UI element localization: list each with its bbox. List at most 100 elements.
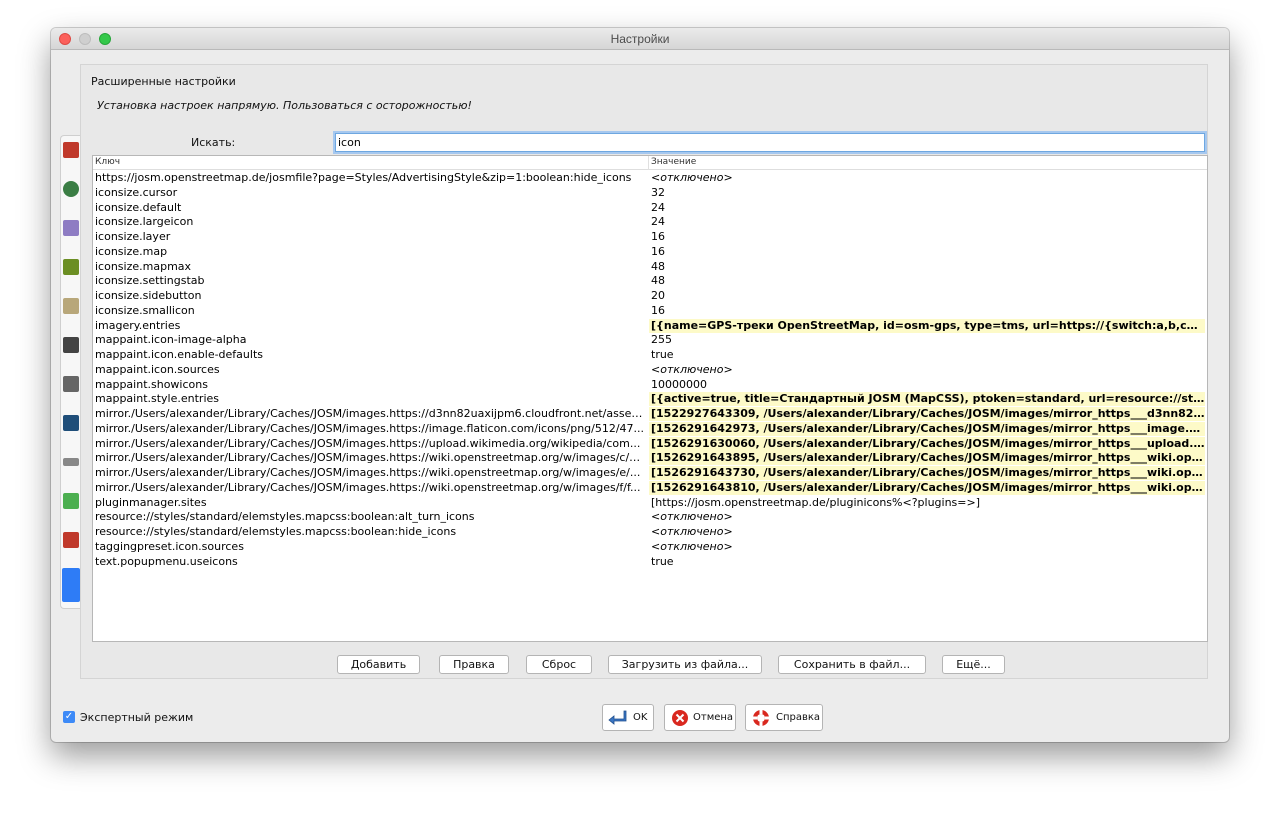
table-row[interactable]: mappaint.showicons 10000000	[93, 377, 1207, 392]
tools-icon[interactable]	[63, 532, 79, 548]
table-row[interactable]: iconsize.default 24	[93, 200, 1207, 215]
row-value[interactable]: 16	[649, 245, 1205, 259]
table-row[interactable]: mirror./Users/alexander/Library/Caches/J…	[93, 421, 1207, 436]
row-value[interactable]: [1526291642973, /Users/alexander/Library…	[649, 421, 1205, 436]
display-settings-icon[interactable]	[63, 142, 79, 158]
row-key[interactable]: mirror./Users/alexander/Library/Caches/J…	[95, 466, 645, 479]
row-key[interactable]: imagery.entries	[95, 319, 645, 332]
table-row[interactable]: iconsize.mapmax 48	[93, 259, 1207, 274]
row-value[interactable]: [1526291643730, /Users/alexander/Library…	[649, 466, 1205, 480]
table-row[interactable]: imagery.entries [{name=GPS-треки OpenStre…	[93, 318, 1207, 333]
preset-icon[interactable]	[63, 298, 79, 314]
row-key[interactable]: resource://styles/standard/elemstyles.ma…	[95, 510, 645, 523]
table-row[interactable]: mappaint.icon.enable-defaults true	[93, 347, 1207, 362]
row-value[interactable]: [{active=true, title=Стандартный JOSM (M…	[649, 392, 1205, 407]
table-row[interactable]: mappaint.icon-image-alpha 255	[93, 332, 1207, 347]
cancel-button[interactable]: Отмена	[664, 704, 736, 731]
globe-icon[interactable]	[63, 181, 79, 197]
row-value[interactable]: <отключено>	[649, 540, 1205, 554]
value-column-header[interactable]: Значение	[651, 157, 696, 167]
table-row[interactable]: mappaint.style.entries [{active=true, tit…	[93, 391, 1207, 407]
row-key[interactable]: pluginmanager.sites	[95, 496, 645, 509]
load-from-file-button[interactable]: Загрузить из файла...	[608, 655, 762, 674]
row-value[interactable]: <отключено>	[649, 171, 1205, 185]
remote-control-icon[interactable]	[63, 337, 79, 353]
row-value[interactable]: true	[649, 348, 1205, 362]
row-key[interactable]: resource://styles/standard/elemstyles.ma…	[95, 525, 645, 538]
row-key[interactable]: iconsize.settingstab	[95, 274, 645, 287]
row-key[interactable]: https://josm.openstreetmap.de/josmfile?p…	[95, 171, 645, 184]
imagery-icon[interactable]	[63, 259, 79, 275]
search-input[interactable]	[335, 133, 1205, 152]
table-row[interactable]: mirror./Users/alexander/Library/Caches/J…	[93, 480, 1207, 495]
row-value[interactable]: 10000000	[649, 378, 1205, 392]
row-key[interactable]: taggingpreset.icon.sources	[95, 540, 645, 553]
row-value[interactable]: 255	[649, 333, 1205, 347]
help-button[interactable]: Справка	[745, 704, 823, 731]
row-key[interactable]: mirror./Users/alexander/Library/Caches/J…	[95, 437, 645, 450]
row-key[interactable]: iconsize.default	[95, 201, 645, 214]
row-value[interactable]: [{name=GPS-треки OpenStreetMap, id=osm-g…	[649, 318, 1205, 333]
expert-mode-checkbox[interactable]: ✓	[63, 711, 75, 723]
map-paint-icon[interactable]	[63, 220, 79, 236]
row-value[interactable]: [1526291630060, /Users/alexander/Library…	[649, 436, 1205, 451]
row-key[interactable]: mappaint.showicons	[95, 378, 645, 391]
row-key[interactable]: mirror./Users/alexander/Library/Caches/J…	[95, 407, 645, 420]
table-row[interactable]: taggingpreset.icon.sources <отключено>	[93, 539, 1207, 554]
table-row[interactable]: iconsize.map 16	[93, 244, 1207, 259]
row-key[interactable]: mirror./Users/alexander/Library/Caches/J…	[95, 481, 645, 494]
row-key[interactable]: iconsize.smallicon	[95, 304, 645, 317]
table-row[interactable]: resource://styles/standard/elemstyles.ma…	[93, 524, 1207, 539]
row-key[interactable]: mirror./Users/alexander/Library/Caches/J…	[95, 451, 645, 464]
table-row[interactable]: iconsize.largeicon 24	[93, 214, 1207, 229]
row-value[interactable]: <отключено>	[649, 510, 1205, 524]
row-key[interactable]: mappaint.icon.enable-defaults	[95, 348, 645, 361]
table-row[interactable]: iconsize.sidebutton 20	[93, 288, 1207, 303]
row-key[interactable]: iconsize.layer	[95, 230, 645, 243]
row-key[interactable]: iconsize.mapmax	[95, 260, 645, 273]
more-button[interactable]: Ещё...	[942, 655, 1005, 674]
table-row[interactable]: iconsize.smallicon 16	[93, 303, 1207, 318]
row-value[interactable]: [https://josm.openstreetmap.de/pluginico…	[649, 496, 1205, 510]
shortcut-icon[interactable]	[63, 376, 79, 392]
row-value[interactable]: [1522927643309, /Users/alexander/Library…	[649, 407, 1205, 421]
row-key[interactable]: iconsize.largeicon	[95, 215, 645, 228]
table-row[interactable]: pluginmanager.sites [https://josm.openstr…	[93, 495, 1207, 510]
table-row[interactable]: resource://styles/standard/elemstyles.ma…	[93, 509, 1207, 524]
ok-button[interactable]: OK	[602, 704, 654, 731]
row-key[interactable]: mirror./Users/alexander/Library/Caches/J…	[95, 422, 645, 435]
row-value[interactable]: <отключено>	[649, 363, 1205, 377]
table-row[interactable]: mirror./Users/alexander/Library/Caches/J…	[93, 450, 1207, 466]
row-value[interactable]: 24	[649, 215, 1205, 229]
row-key[interactable]: iconsize.map	[95, 245, 645, 258]
table-row[interactable]: iconsize.settingstab 48	[93, 273, 1207, 288]
row-value[interactable]: 32	[649, 186, 1205, 200]
key-column-header[interactable]: Ключ	[95, 157, 120, 167]
plugin-icon[interactable]	[63, 493, 79, 509]
row-value[interactable]: 48	[649, 260, 1205, 274]
table-row[interactable]: mappaint.icon.sources <отключено>	[93, 362, 1207, 377]
table-row[interactable]: mirror./Users/alexander/Library/Caches/J…	[93, 406, 1207, 421]
edit-button[interactable]: Правка	[439, 655, 509, 674]
row-key[interactable]: mappaint.icon-image-alpha	[95, 333, 645, 346]
audio-icon[interactable]	[63, 458, 79, 466]
save-to-file-button[interactable]: Сохранить в файл...	[778, 655, 926, 674]
row-value[interactable]: true	[649, 555, 1205, 569]
table-row[interactable]: text.popupmenu.useicons true	[93, 554, 1207, 569]
table-row[interactable]: mirror./Users/alexander/Library/Caches/J…	[93, 436, 1207, 451]
row-key[interactable]: iconsize.cursor	[95, 186, 645, 199]
advanced-icon[interactable]	[62, 568, 80, 602]
table-row[interactable]: iconsize.cursor 32	[93, 185, 1207, 200]
preferences-table[interactable]: Ключ Значение https://josm.openstreetmap…	[92, 155, 1208, 642]
row-value[interactable]: [1526291643895, /Users/alexander/Library…	[649, 451, 1205, 466]
row-value[interactable]: <отключено>	[649, 525, 1205, 539]
row-key[interactable]: iconsize.sidebutton	[95, 289, 645, 302]
row-key[interactable]: mappaint.icon.sources	[95, 363, 645, 376]
table-row[interactable]: iconsize.layer 16	[93, 229, 1207, 244]
row-value[interactable]: 24	[649, 201, 1205, 215]
validator-icon[interactable]	[63, 415, 79, 431]
row-key[interactable]: text.popupmenu.useicons	[95, 555, 645, 568]
row-value[interactable]: 16	[649, 304, 1205, 318]
column-divider[interactable]	[648, 156, 649, 170]
row-value[interactable]: 20	[649, 289, 1205, 303]
